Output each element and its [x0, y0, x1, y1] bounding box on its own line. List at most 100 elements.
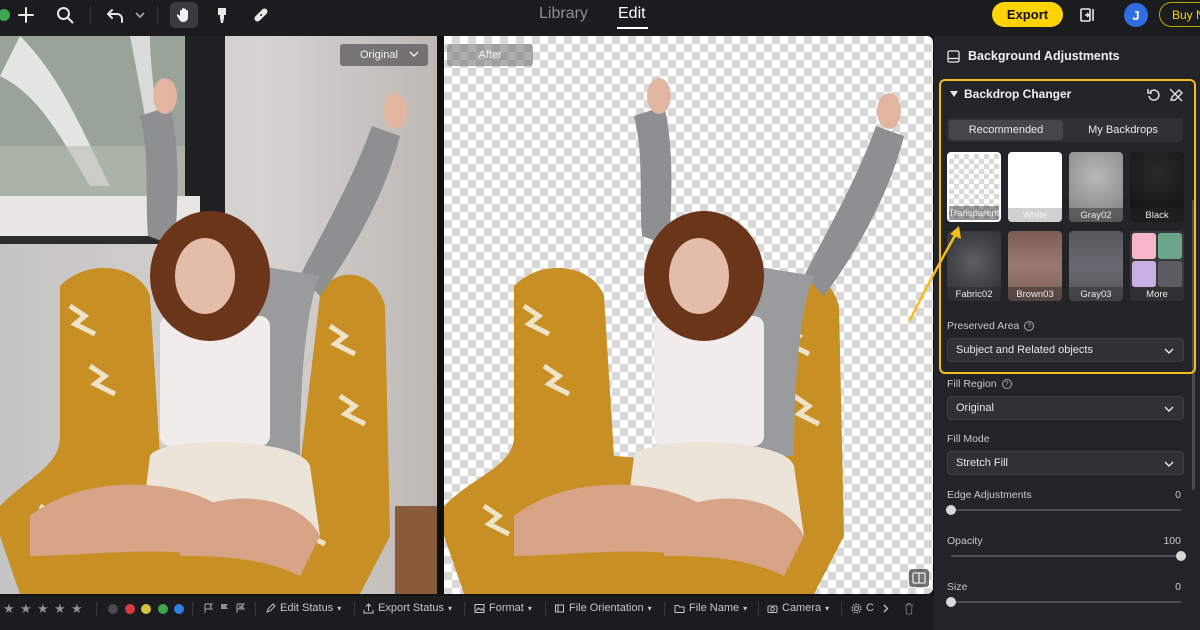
- flag-rejected-icon[interactable]: [235, 603, 246, 614]
- chevron-down-icon: [1164, 461, 1174, 467]
- after-label: After: [447, 44, 533, 66]
- format-label: Format: [489, 602, 524, 614]
- color-label-red[interactable]: [125, 604, 135, 614]
- backdrop-label: Transparent: [949, 206, 999, 220]
- rating-star-3[interactable]: ★: [37, 601, 49, 617]
- opacity-label: Opacity: [947, 535, 983, 547]
- size-label: Size: [947, 581, 968, 593]
- backdrop-white[interactable]: White: [1008, 152, 1062, 222]
- fill-region-value: Original: [956, 402, 994, 414]
- hand-icon[interactable]: [170, 2, 198, 28]
- slider-knob[interactable]: [946, 597, 956, 607]
- pencil-icon: [266, 602, 276, 613]
- help-icon[interactable]: ?: [1024, 321, 1035, 331]
- bandage-icon[interactable]: [249, 3, 273, 27]
- slider-knob[interactable]: [946, 505, 956, 515]
- rating-star-2[interactable]: ★: [20, 601, 32, 617]
- rating-star-4[interactable]: ★: [54, 601, 66, 617]
- file-name-label: File Name: [689, 602, 740, 614]
- backdrop-black[interactable]: Black: [1130, 152, 1184, 222]
- tab-edit[interactable]: Edit: [618, 5, 646, 23]
- tab-recommended[interactable]: Recommended: [949, 120, 1063, 140]
- fill-mode-select[interactable]: Stretch Fill: [947, 451, 1184, 475]
- collapse-caret-icon: [950, 91, 958, 97]
- add-icon[interactable]: [14, 3, 38, 27]
- backdrop-gray02[interactable]: Gray02: [1069, 152, 1123, 222]
- split-divider[interactable]: [437, 36, 444, 594]
- tab-my-backdrops[interactable]: My Backdrops: [1065, 120, 1181, 140]
- upload-icon: [363, 602, 374, 613]
- edit-status-filter[interactable]: Edit Status ▾: [265, 602, 341, 614]
- trash-icon[interactable]: [903, 602, 915, 615]
- export-status-filter[interactable]: Export Status ▾: [363, 602, 452, 614]
- panel-title: Background Adjustments: [968, 49, 1120, 63]
- fill-mode-label: Fill Mode: [947, 433, 990, 445]
- brush-icon[interactable]: [210, 3, 234, 27]
- preserved-area-select[interactable]: Subject and Related objects: [947, 338, 1184, 362]
- view-mode-label: Original: [360, 49, 398, 61]
- backdrop-gray03[interactable]: Gray03: [1069, 231, 1123, 301]
- file-name-filter[interactable]: File Name ▾: [674, 602, 747, 614]
- compare-view-icon[interactable]: [908, 568, 930, 588]
- edge-adjustments-label: Edge Adjustments: [947, 489, 1032, 501]
- backdrop-transparent[interactable]: Transparent: [947, 152, 1001, 222]
- flag-icon[interactable]: [203, 603, 214, 614]
- more-filter-label: C: [866, 602, 874, 614]
- chevron-down-icon: [1164, 406, 1174, 412]
- image-adjust-icon: [947, 49, 960, 63]
- rating-star-5[interactable]: ★: [71, 601, 83, 617]
- fill-region-label: Fill Region ?: [947, 378, 1012, 390]
- rating-star-1[interactable]: ★: [3, 601, 15, 617]
- backdrop-label: Gray03: [1069, 287, 1123, 301]
- camera-filter[interactable]: Camera ▾: [767, 602, 829, 614]
- fill-region-select[interactable]: Original: [947, 396, 1184, 420]
- file-orientation-filter[interactable]: File Orientation ▾: [554, 602, 652, 614]
- format-filter[interactable]: Format ▾: [474, 602, 532, 614]
- help-icon[interactable]: ?: [1001, 379, 1012, 389]
- top-toolbar: Library Edit Export J Buy Now: [0, 0, 1200, 30]
- chevron-right-icon[interactable]: [880, 603, 891, 614]
- orientation-icon: [555, 604, 564, 612]
- color-label-none[interactable]: [108, 604, 118, 614]
- edge-adjustments-slider[interactable]: [946, 505, 1181, 515]
- fill-mode-value: Stretch Fill: [956, 457, 1008, 469]
- erase-icon[interactable]: [1168, 87, 1184, 103]
- color-label-blue[interactable]: [174, 604, 184, 614]
- color-label-yellow[interactable]: [141, 604, 151, 614]
- undo-icon[interactable]: [104, 3, 128, 27]
- backdrop-label: Black: [1130, 208, 1184, 222]
- color-label-green[interactable]: [158, 604, 168, 614]
- slider-knob[interactable]: [1176, 551, 1186, 561]
- before-image[interactable]: [0, 36, 437, 594]
- after-image[interactable]: [444, 36, 933, 594]
- backdrop-fabric02[interactable]: Fabric02: [947, 231, 1001, 301]
- preserved-area-value: Subject and Related objects: [956, 344, 1093, 356]
- export-button[interactable]: Export: [992, 2, 1063, 27]
- search-icon[interactable]: [53, 3, 77, 27]
- tab-library[interactable]: Library: [539, 5, 588, 23]
- chevron-down-icon: [409, 51, 419, 57]
- backdrop-more[interactable]: More: [1130, 231, 1184, 301]
- backdrop-brown03[interactable]: Brown03: [1008, 231, 1062, 301]
- chevron-down-icon: [1164, 348, 1174, 354]
- view-mode-dropdown[interactable]: Original: [340, 44, 428, 66]
- opacity-value: 100: [1163, 535, 1181, 547]
- camera-label: Camera: [782, 602, 822, 614]
- backdrop-label: Gray02: [1069, 208, 1123, 222]
- backdrop-changer-toggle[interactable]: Backdrop Changer: [950, 87, 1071, 101]
- size-slider[interactable]: [946, 597, 1181, 607]
- toggle-panel-icon[interactable]: [1076, 3, 1100, 27]
- active-tab-indicator: [617, 27, 648, 29]
- backdrop-label: More: [1130, 287, 1184, 301]
- opacity-slider[interactable]: [951, 551, 1186, 561]
- preserved-area-label: Preserved Area ?: [947, 320, 1035, 332]
- backdrop-label: White: [1008, 208, 1062, 222]
- reset-icon[interactable]: [1146, 87, 1162, 103]
- buy-now-button[interactable]: Buy Now: [1159, 2, 1200, 27]
- more-filter[interactable]: C: [851, 602, 874, 614]
- user-avatar[interactable]: J: [1124, 3, 1148, 27]
- flag-picked-icon[interactable]: [219, 603, 230, 614]
- section-title: Backdrop Changer: [964, 87, 1072, 101]
- panel-header: Background Adjustments: [947, 49, 1120, 63]
- undo-history-chevron-icon[interactable]: [128, 3, 152, 27]
